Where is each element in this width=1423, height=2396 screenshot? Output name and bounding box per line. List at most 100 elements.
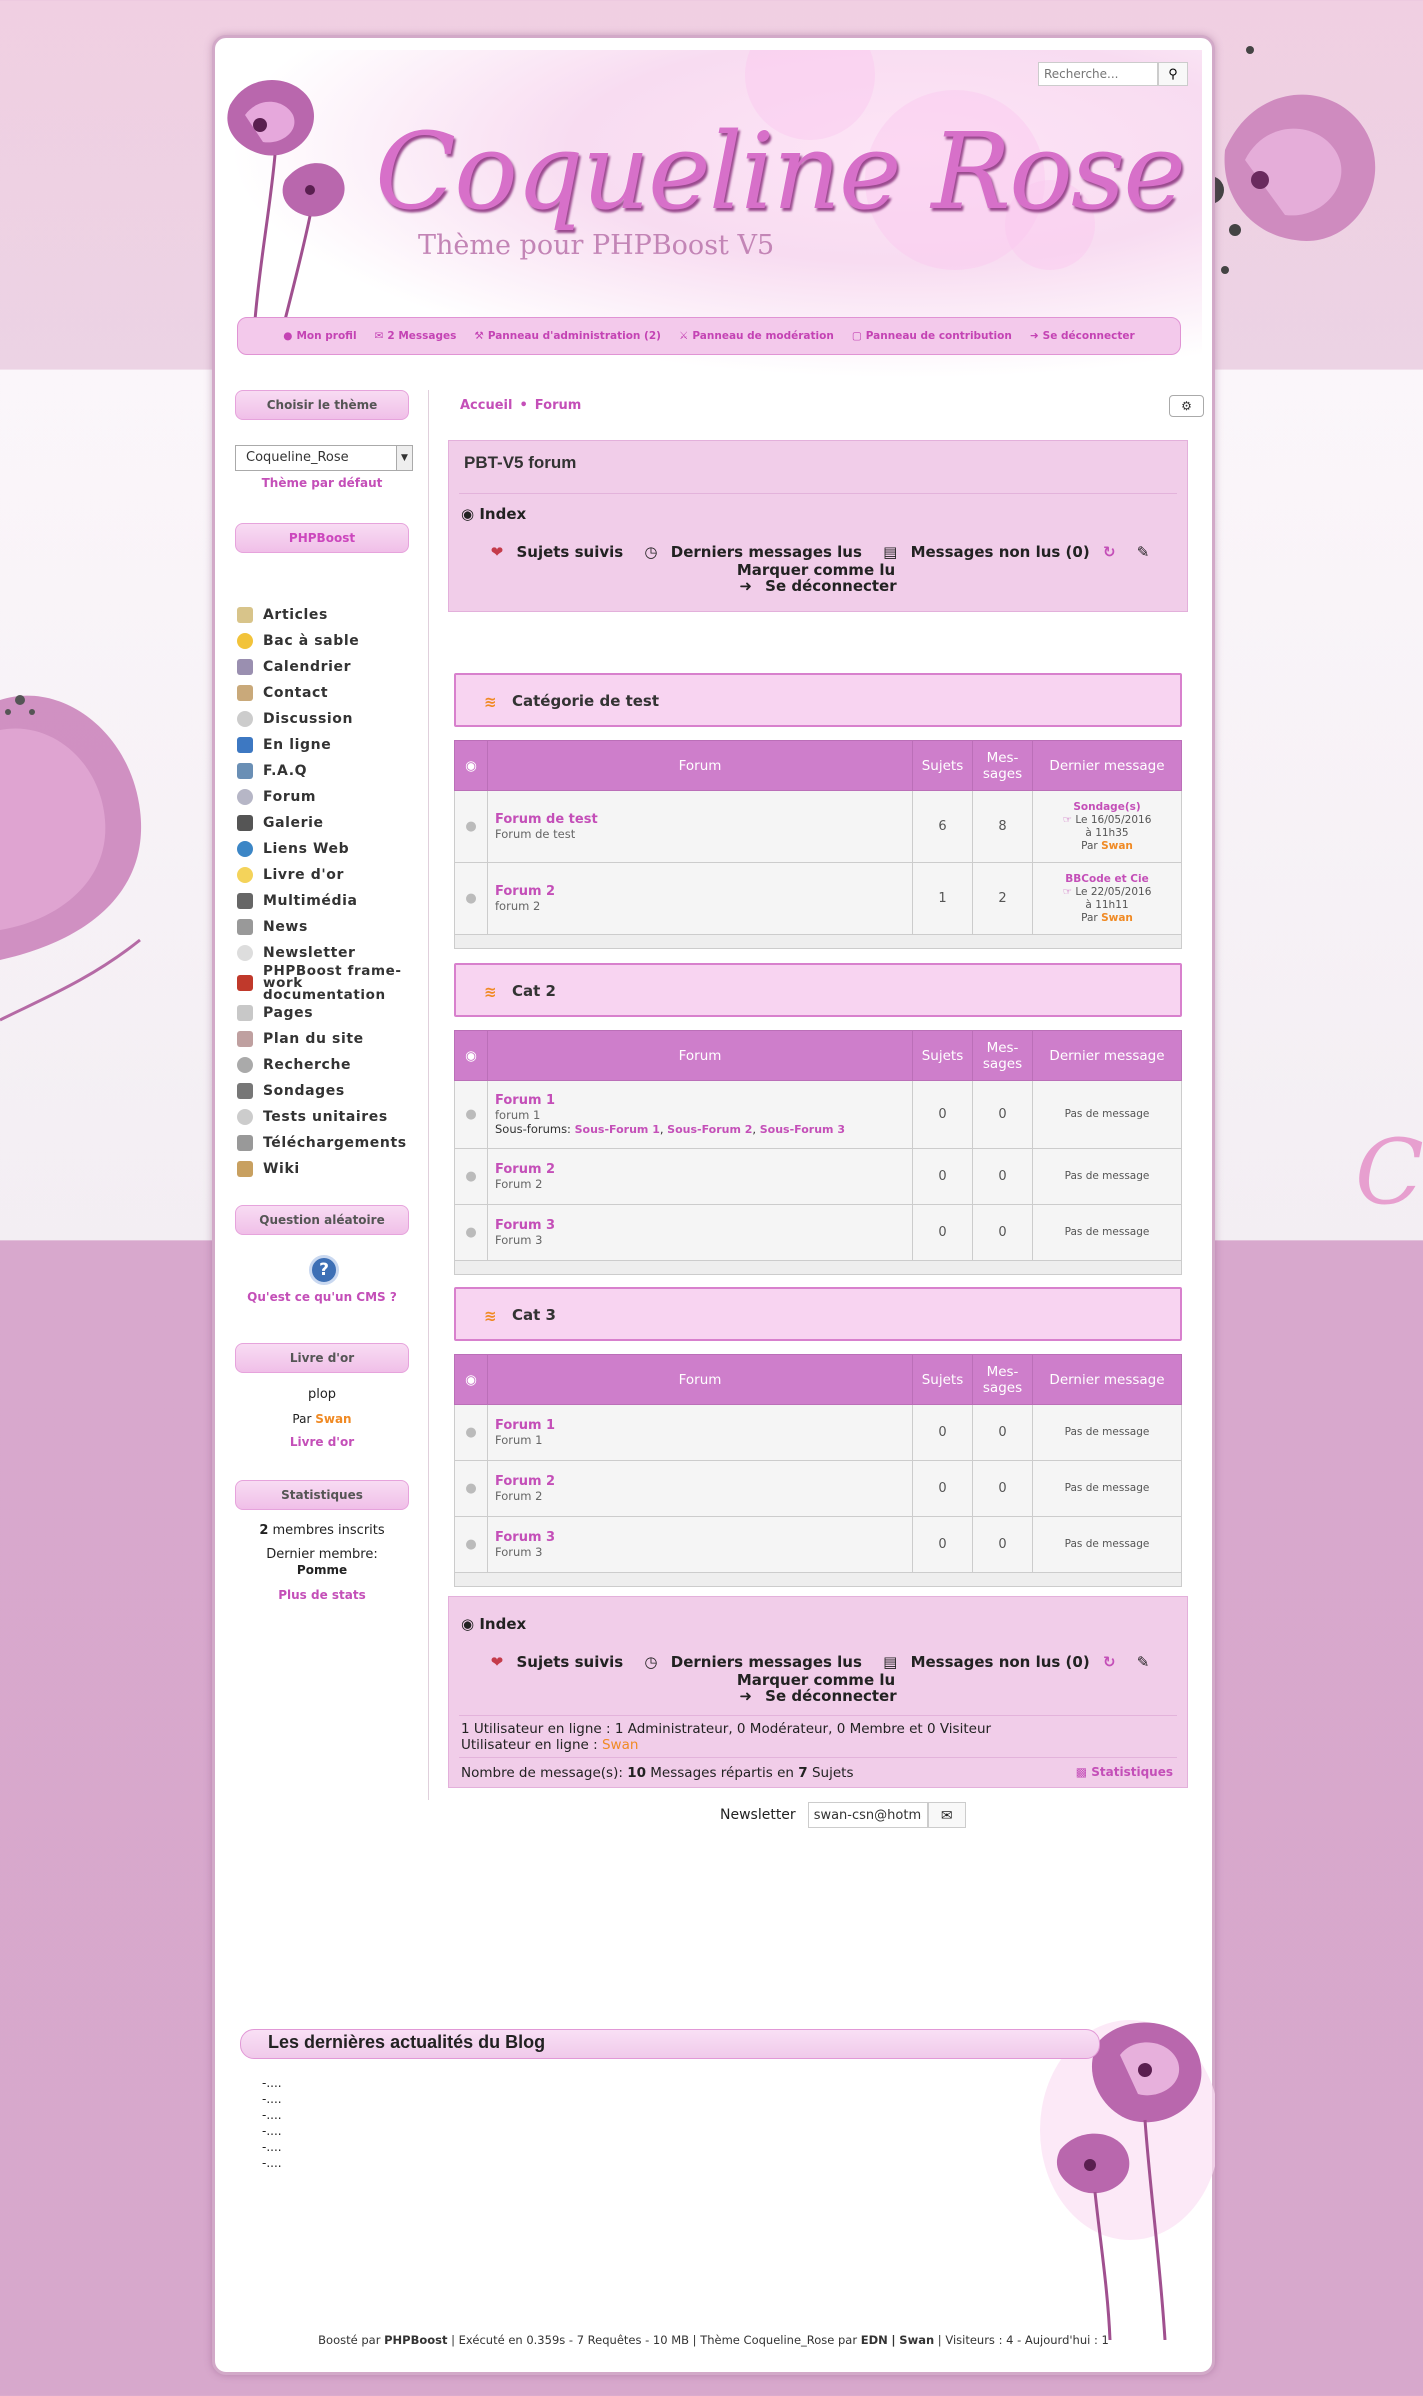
menu-item-unit-tests[interactable]: Tests unitaires: [237, 1104, 417, 1130]
more-stats-link[interactable]: Plus de stats: [235, 1588, 409, 1602]
forum-link[interactable]: Forum 2: [495, 1474, 905, 1489]
list-item[interactable]: -....: [262, 2139, 282, 2155]
faq-icon: [237, 763, 253, 779]
logout-action-link[interactable]: ➜ Se déconnecter: [735, 577, 900, 595]
search-input[interactable]: [1038, 62, 1158, 86]
menu-item-documentation[interactable]: PHPBoost frame-work documentation: [237, 964, 417, 1002]
index-link[interactable]: ◉ Index: [461, 1615, 526, 1633]
forum-link[interactable]: Forum de test: [495, 812, 905, 827]
menu-item-news[interactable]: News: [237, 914, 417, 940]
rss-icon[interactable]: ≋: [484, 983, 497, 1001]
followed-topics-link[interactable]: ❤ Sujets suivis: [487, 543, 628, 561]
chevron-down-icon[interactable]: ▼: [396, 446, 412, 470]
subforum-link[interactable]: Sous-Forum 2: [667, 1123, 752, 1136]
menu-item-multimedia[interactable]: Multimédia: [237, 888, 417, 914]
rss-icon[interactable]: ≋: [484, 1307, 497, 1325]
forum-link[interactable]: Forum 2: [495, 884, 905, 899]
eye-icon: ◉: [454, 1030, 488, 1081]
menu-item-pages[interactable]: Pages: [237, 1000, 417, 1026]
eraser-icon: ✎: [1136, 1653, 1150, 1671]
random-question-link[interactable]: Qu'est ce qu'un CMS ?: [235, 1290, 409, 1304]
last-read-link[interactable]: ◷ Derniers messages lus: [640, 1653, 865, 1671]
gear-icon[interactable]: ⚙: [1169, 395, 1204, 417]
moderation-panel-link[interactable]: ⚔ Panneau de modération: [679, 330, 834, 342]
default-theme-link[interactable]: Thème par défaut: [235, 476, 409, 490]
unread-messages-link[interactable]: ▤ Messages non lus (0) ↻: [879, 1653, 1119, 1671]
guestbook-author[interactable]: Swan: [315, 1412, 351, 1426]
unread-messages-link[interactable]: ▤ Messages non lus (0) ↻: [879, 543, 1119, 561]
refresh-icon[interactable]: ↻: [1103, 1653, 1116, 1671]
contribution-panel-link[interactable]: ▢ Panneau de contribution: [852, 330, 1012, 342]
list-item[interactable]: -....: [262, 2123, 282, 2139]
refresh-icon[interactable]: ↻: [1103, 543, 1116, 561]
table-header-row: ◉ Forum Sujets Mes-sages Dernier message: [454, 1030, 1182, 1081]
last-message-link[interactable]: Sondage(s): [1033, 801, 1181, 814]
newsletter-email-input[interactable]: [807, 1802, 928, 1828]
menu-item-search[interactable]: Recherche: [237, 1052, 417, 1078]
profile-link[interactable]: ● Mon profil: [283, 330, 356, 342]
search-button[interactable]: ⚲: [1158, 62, 1188, 86]
statistics-link[interactable]: ▩ Statistiques: [1076, 1765, 1173, 1779]
swan-link[interactable]: Swan: [899, 2333, 934, 2347]
online-user[interactable]: Swan: [602, 1737, 638, 1753]
menu-item-wiki[interactable]: Wiki: [237, 1156, 417, 1182]
forum-link[interactable]: Forum 2: [495, 1162, 905, 1177]
menu-item-sitemap[interactable]: Plan du site: [237, 1026, 417, 1052]
last-read-link[interactable]: ◷ Derniers messages lus: [640, 543, 865, 561]
menu-item-gallery[interactable]: Galerie: [237, 810, 417, 836]
site-logo[interactable]: Coqueline Rose: [375, 110, 1186, 233]
forum-link[interactable]: Forum 1: [495, 1093, 905, 1108]
category-header[interactable]: ≋ Catégorie de test: [454, 673, 1182, 727]
followed-topics-link[interactable]: ❤ Sujets suivis: [487, 1653, 628, 1671]
logout-action-link[interactable]: ➜ Se déconnecter: [735, 1687, 900, 1705]
list-item[interactable]: -....: [262, 2155, 282, 2171]
forum-link[interactable]: Forum 3: [495, 1530, 905, 1545]
menu-item-contact[interactable]: Contact: [237, 680, 417, 706]
menu-item-guestbook[interactable]: Livre d'or: [237, 862, 417, 888]
newsletter-subscribe-button[interactable]: ✉: [927, 1802, 966, 1828]
messages-link[interactable]: ✉ 2 Messages: [375, 330, 457, 342]
forum-link[interactable]: Forum 3: [495, 1218, 905, 1233]
last-message-user[interactable]: Swan: [1101, 840, 1133, 852]
breadcrumb-home[interactable]: Accueil: [460, 398, 512, 413]
menu-item-discussion[interactable]: Discussion: [237, 706, 417, 732]
subforum-link[interactable]: Sous-Forum 1: [575, 1123, 660, 1136]
subforum-link[interactable]: Sous-Forum 3: [760, 1123, 845, 1136]
breadcrumb-forum[interactable]: Forum: [535, 398, 582, 413]
phpboost-link[interactable]: PHPBoost: [384, 2333, 447, 2347]
list-item[interactable]: -....: [262, 2091, 282, 2107]
menu-label: Discussion: [263, 711, 354, 727]
edn-link[interactable]: EDN: [861, 2333, 888, 2347]
last-member-name[interactable]: Pomme: [235, 1563, 409, 1577]
list-item[interactable]: -....: [262, 2075, 282, 2091]
menu-item-articles[interactable]: Articles: [237, 602, 417, 628]
menu-item-faq[interactable]: F.A.Q: [237, 758, 417, 784]
list-item[interactable]: -....: [262, 2107, 282, 2123]
forum-cell: Forum de test Forum de test: [487, 790, 913, 863]
forum-link[interactable]: Forum 1: [495, 1418, 905, 1433]
clock-icon: ◷: [644, 543, 658, 561]
admin-panel-link[interactable]: ⚒ Panneau d'administration (2): [474, 330, 661, 342]
phpboost-menu-title: PHPBoost: [235, 523, 409, 553]
menu-item-weblinks[interactable]: Liens Web: [237, 836, 417, 862]
last-message-link[interactable]: BBCode et Cie: [1033, 873, 1181, 886]
menu-item-online[interactable]: En ligne: [237, 732, 417, 758]
table-header-row: ◉ Forum Sujets Mes-sages Dernier message: [454, 1354, 1182, 1405]
forum-description: forum 1: [495, 1108, 541, 1122]
logout-link[interactable]: ➜ Se déconnecter: [1030, 330, 1135, 342]
guestbook-link[interactable]: Livre d'or: [235, 1435, 409, 1449]
category-header[interactable]: ≋ Cat 2: [454, 963, 1182, 1017]
last-message-user[interactable]: Swan: [1101, 912, 1133, 924]
credits-separator: |: [891, 2333, 896, 2347]
category-header[interactable]: ≋ Cat 3: [454, 1287, 1182, 1341]
menu-item-calendar[interactable]: Calendrier: [237, 654, 417, 680]
header-last-message: Dernier message: [1032, 1354, 1182, 1405]
menu-item-forum[interactable]: Forum: [237, 784, 417, 810]
theme-select[interactable]: Coqueline_Rose ▼: [235, 445, 413, 471]
menu-item-sandbox[interactable]: Bac à sable: [237, 628, 417, 654]
menu-item-polls[interactable]: Sondages: [237, 1078, 417, 1104]
rss-icon[interactable]: ≋: [484, 693, 497, 711]
index-link[interactable]: ◉ Index: [461, 505, 526, 523]
discussion-icon: [237, 711, 253, 727]
menu-item-downloads[interactable]: Téléchargements: [237, 1130, 417, 1156]
